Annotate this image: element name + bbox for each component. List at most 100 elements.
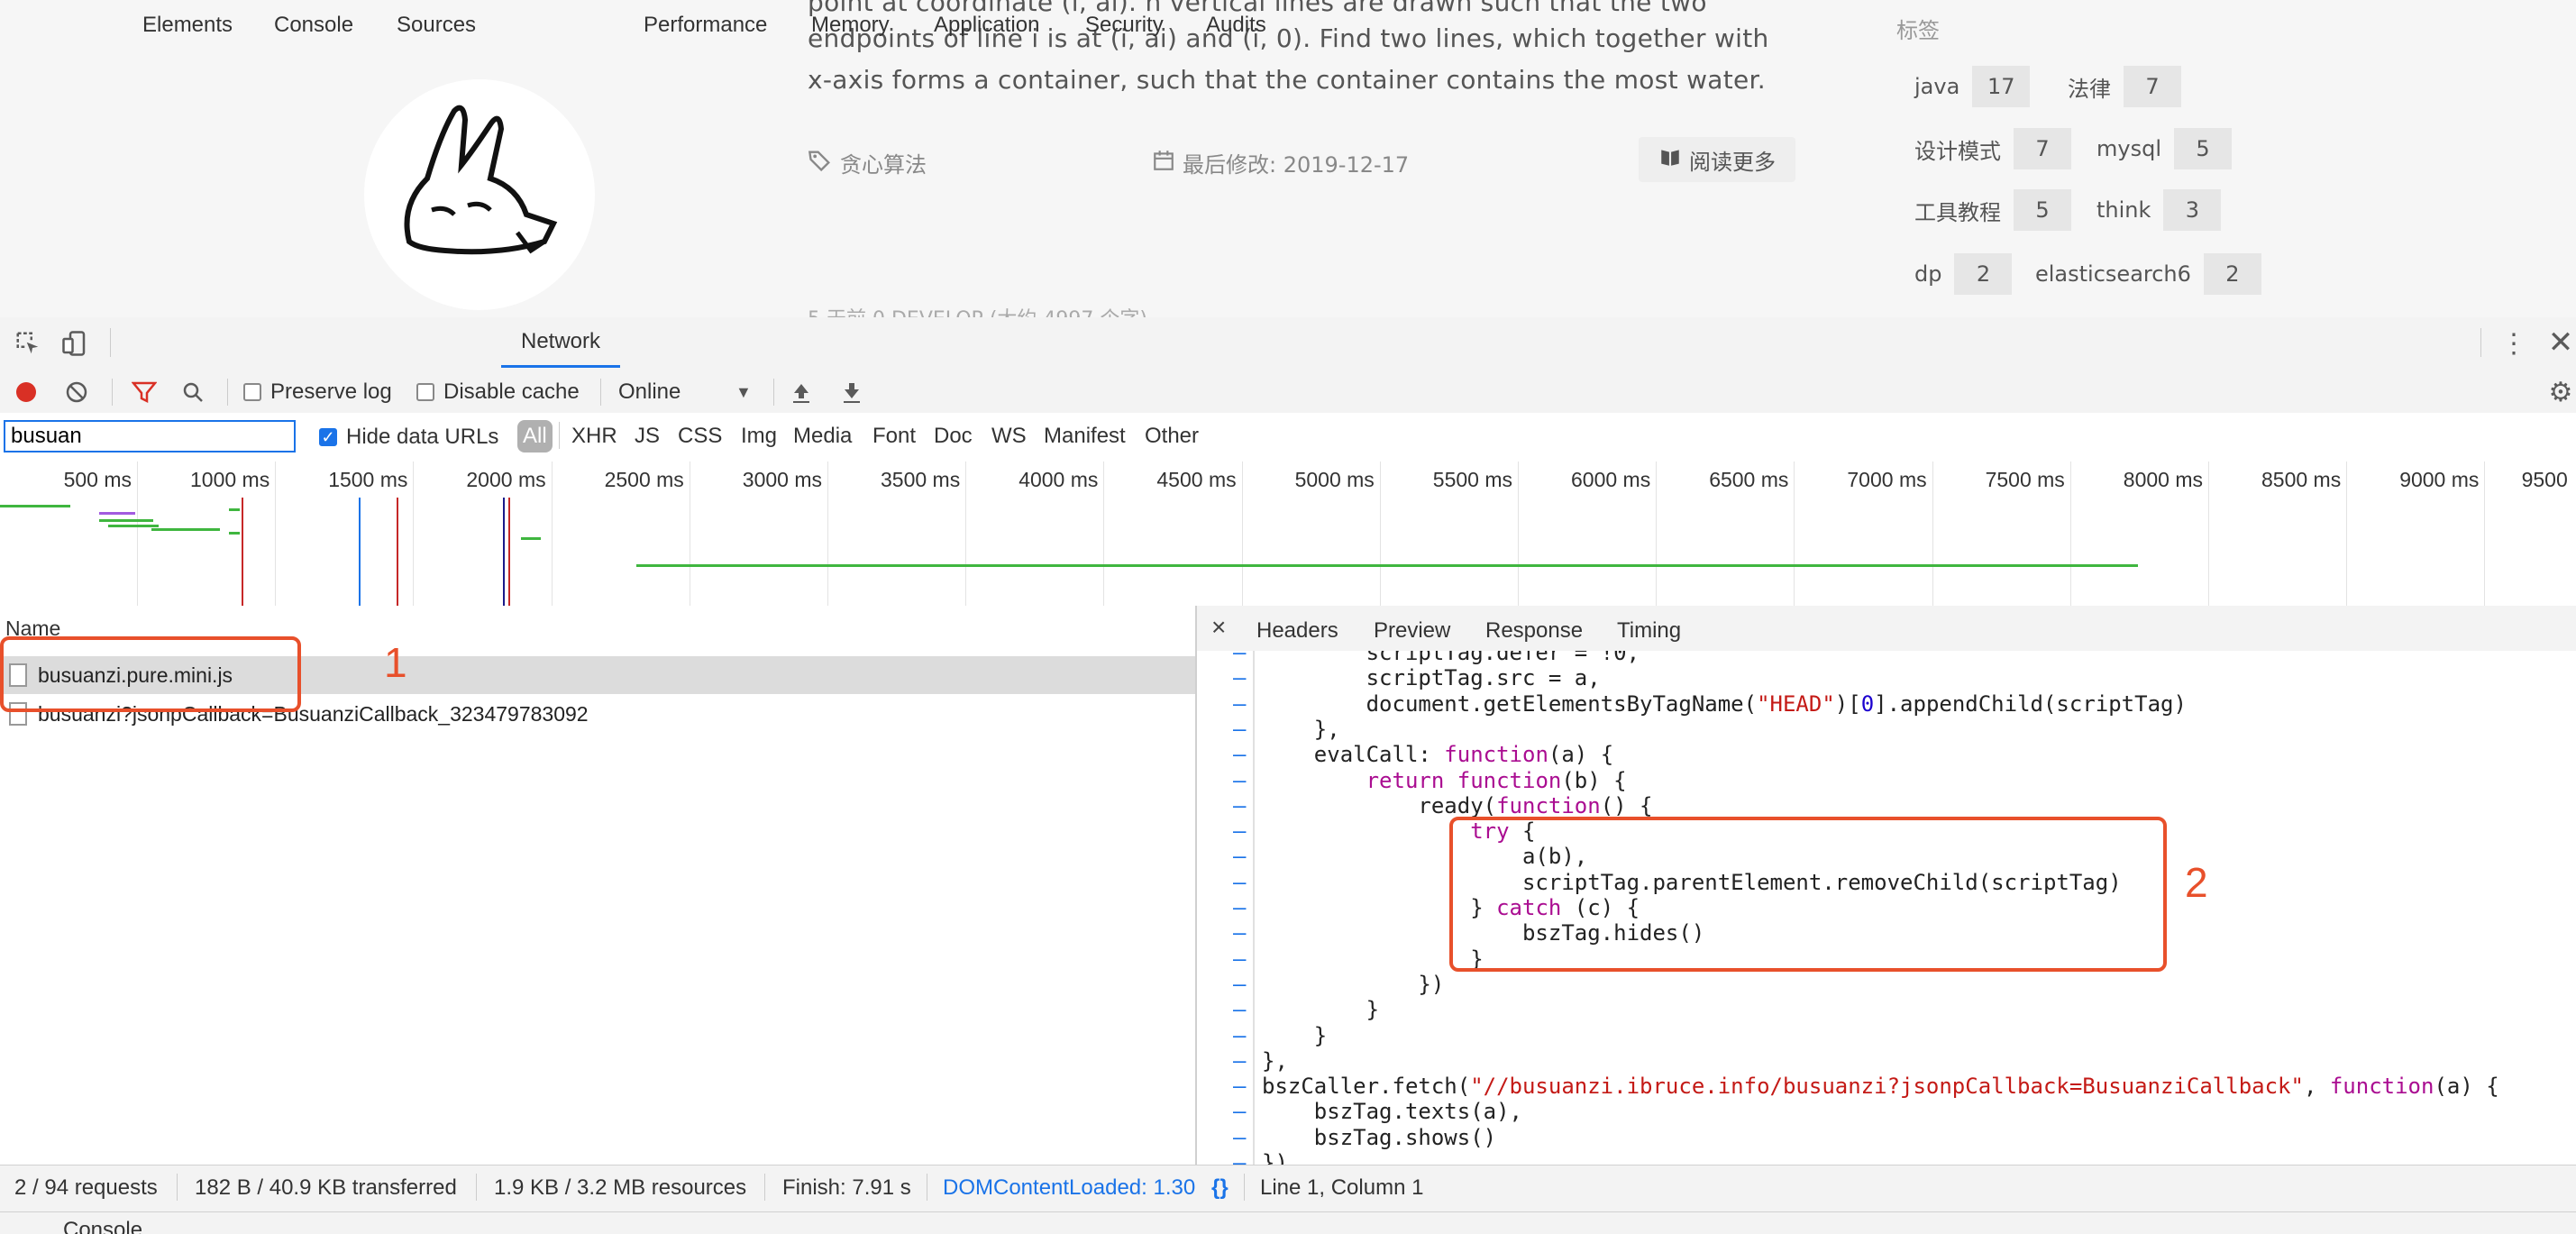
tab-elements[interactable]: Elements: [142, 0, 233, 50]
timeline-tick-label: 6000 ms: [1570, 468, 1651, 491]
tag-item[interactable]: elasticsearch6 2: [2023, 253, 2261, 295]
filter-type-js[interactable]: JS: [635, 424, 660, 449]
fold-marker: –: [1233, 716, 1247, 742]
code-line: },: [1262, 716, 1340, 742]
tab-console[interactable]: Console: [274, 0, 353, 50]
tag-item[interactable]: think 3: [2084, 189, 2222, 231]
fold-marker: –: [1233, 1124, 1247, 1150]
detail-tab-headers[interactable]: Headers: [1256, 618, 1338, 644]
tag-item[interactable]: 设计模式 7: [1902, 128, 2071, 169]
annotation-number-2: 2: [2185, 859, 2208, 906]
timeline-bar: [99, 512, 135, 515]
annotation-box-1: [0, 636, 301, 712]
timeline-marker: [397, 498, 398, 606]
disable-cache-label: Disable cache: [443, 379, 580, 404]
tag-name: dp: [1914, 261, 1942, 287]
filter-type-xhr[interactable]: XHR: [571, 424, 617, 449]
calendar-icon: [1152, 149, 1175, 178]
code-line: evalCall: function(a) {: [1262, 742, 1614, 768]
timeline-bar: [636, 564, 2138, 567]
console-drawer[interactable]: Console: [0, 1211, 2576, 1234]
record-icon[interactable]: [13, 379, 40, 406]
chevron-down-icon: ▼: [735, 382, 752, 401]
divider: [764, 1174, 765, 1201]
timeline-gridline: [1241, 462, 1243, 606]
filter-type-font[interactable]: Font: [872, 424, 916, 449]
avatar[interactable]: [364, 79, 595, 310]
import-har-icon[interactable]: [788, 379, 815, 406]
filter-type-other[interactable]: Other: [1145, 424, 1199, 449]
tag-count: 2: [1954, 253, 2013, 295]
search-icon[interactable]: [178, 379, 207, 406]
timeline-bar: [521, 537, 541, 540]
status-transferred: 182 B / 40.9 KB transferred: [195, 1175, 457, 1200]
divider: [600, 379, 601, 406]
tab-performance[interactable]: Performance: [644, 0, 767, 50]
fold-marker: –: [1233, 1074, 1247, 1100]
tab-network[interactable]: Network: [501, 317, 621, 368]
drawer-console-tab[interactable]: Console: [63, 1218, 142, 1234]
fold-marker: –: [1233, 1047, 1247, 1074]
preserve-log-checkbox[interactable]: Preserve log: [243, 379, 392, 405]
clear-icon[interactable]: [63, 379, 90, 406]
filter-type-css[interactable]: CSS: [678, 424, 722, 449]
tag-count: 5: [2174, 128, 2232, 169]
timeline-tick-label: 5500 ms: [1432, 468, 1512, 491]
fold-marker: –: [1233, 997, 1247, 1023]
close-devtools-icon[interactable]: ✕: [2547, 325, 2574, 360]
tag-item[interactable]: java 17: [1902, 66, 2031, 107]
read-more-button[interactable]: 阅读更多: [1639, 137, 1795, 182]
filter-type-ws[interactable]: WS: [991, 424, 1027, 449]
close-detail-icon[interactable]: ×: [1211, 613, 1226, 642]
devtools-tabbar: [0, 317, 2576, 369]
pretty-print-icon[interactable]: {}: [1211, 1175, 1229, 1201]
timeline-gridline: [551, 462, 553, 606]
timeline-gridline: [2208, 462, 2209, 606]
filter-type-media[interactable]: Media: [793, 424, 852, 449]
divider: [227, 379, 228, 406]
tag-item[interactable]: mysql 5: [2084, 128, 2232, 169]
webpage-area: point at coordinate (i, ai). n vertical …: [0, 0, 2576, 317]
device-toolbar-icon[interactable]: [59, 328, 90, 359]
tag-item[interactable]: dp 2: [1902, 253, 2013, 295]
filter-input[interactable]: [4, 420, 296, 452]
timeline-bar: [108, 525, 159, 527]
throttling-select[interactable]: Online ▼: [618, 379, 752, 405]
detail-tab-timing[interactable]: Timing: [1617, 618, 1681, 644]
fold-marker: –: [1233, 1022, 1247, 1048]
filter-type-doc[interactable]: Doc: [934, 424, 973, 449]
settings-gear-icon[interactable]: ⚙: [2547, 378, 2574, 407]
fold-marker: –: [1233, 946, 1247, 972]
timeline-tick-label: 4500 ms: [1156, 468, 1237, 491]
tab-application[interactable]: Application: [934, 0, 1039, 50]
timeline-tick-label: 7500 ms: [1985, 468, 2065, 491]
filter-type-manifest[interactable]: Manifest: [1044, 424, 1126, 449]
timeline-gridline: [2069, 462, 2071, 606]
filter-icon[interactable]: [130, 379, 159, 406]
timeline-tick-label: 1000 ms: [189, 468, 270, 491]
checkbox-box: [243, 383, 261, 401]
fold-marker: –: [1233, 844, 1247, 870]
book-icon: [1658, 145, 1682, 174]
more-options-icon[interactable]: ⋮: [2500, 328, 2527, 359]
preserve-log-label: Preserve log: [270, 379, 392, 404]
tag-count: 17: [1972, 66, 2031, 107]
filter-type-img[interactable]: Img: [741, 424, 777, 449]
modified-label: 最后修改: 2019-12-17: [1183, 152, 1410, 178]
timeline-gridline: [2484, 462, 2486, 606]
tag-item[interactable]: 工具教程 5: [1902, 189, 2071, 231]
tag-name: java: [1914, 74, 1960, 99]
tag-item[interactable]: 法律 7: [2055, 66, 2181, 107]
hide-data-urls-label: Hide data URLs: [346, 425, 499, 449]
tab-memory[interactable]: Memory: [811, 0, 890, 50]
tab-sources[interactable]: Sources: [397, 0, 476, 50]
tab-audits[interactable]: Audits: [1206, 0, 1266, 50]
export-har-icon[interactable]: [838, 379, 865, 406]
hide-data-urls-checkbox[interactable]: ✓ Hide data URLs: [319, 425, 498, 450]
filter-type-all[interactable]: All: [517, 420, 553, 452]
detail-tab-response[interactable]: Response: [1485, 618, 1583, 644]
post-category[interactable]: 贪心算法: [808, 147, 927, 178]
tab-security[interactable]: Security: [1085, 0, 1164, 50]
disable-cache-checkbox[interactable]: Disable cache: [416, 379, 580, 405]
inspect-element-icon[interactable]: [13, 328, 43, 359]
